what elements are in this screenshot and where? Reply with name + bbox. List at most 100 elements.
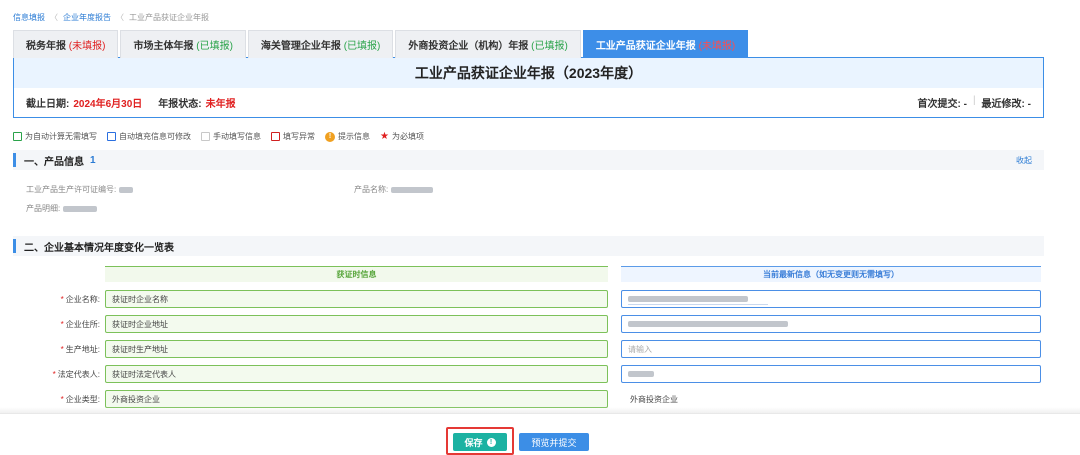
row-label: * 企业名称: (0, 294, 100, 305)
tab-status: (未填报) (698, 41, 736, 52)
tab-label: 市场主体年报 (133, 41, 194, 52)
preview-submit-button[interactable]: 预览并提交 (519, 433, 589, 451)
breadcrumb: 信息填报〈企业年度报告〈工业产品获证企业年报 (13, 12, 209, 23)
row-label: * 法定代表人: (0, 369, 100, 380)
collapse-link[interactable]: 收起 (1016, 155, 1032, 166)
cert-company-type: 外商投资企业 (105, 390, 608, 408)
current-company-name-input[interactable] (621, 290, 1041, 308)
row-legal-representative: * 法定代表人: 获证时法定代表人 (0, 364, 1080, 384)
required-mark: * (60, 295, 64, 304)
required-mark: * (60, 345, 64, 354)
section-annual-change: 二、企业基本情况年度变化一览表 (13, 236, 1044, 256)
tab-status: (已填报) (196, 41, 233, 52)
tab-label: 工业产品获证企业年报 (595, 41, 696, 52)
redacted-value (628, 296, 748, 302)
last-modify: 最近修改: - (981, 99, 1031, 110)
row-company-address: * 企业住所: 获证时企业地址 (0, 314, 1080, 334)
tab-status: (已填报) (531, 41, 568, 52)
row-production-address: * 生产地址: 获证时生产地址 请输入 (0, 339, 1080, 359)
footer-action-bar: 保存! 预览并提交 (0, 413, 1080, 455)
row-label-text: 企业住所: (65, 320, 100, 329)
tab-status: (已填报) (343, 41, 381, 52)
breadcrumb-link-info-fill[interactable]: 信息填报 (13, 13, 45, 22)
breadcrumb-link-annual-report[interactable]: 企业年度报告 (63, 13, 111, 22)
save-button-label: 保存 (464, 437, 483, 448)
legend-auto-calc: 为自动计算无需填写 (13, 131, 97, 142)
legend-text: 自动填充信息可修改 (119, 132, 191, 141)
redacted-value (628, 371, 654, 377)
column-header-cert-info: 获证时信息 (105, 266, 608, 282)
row-label-text: 企业名称: (65, 295, 100, 304)
report-info-bar: 截止日期: 2024年6月30日 年报状态: 未年报 首次提交: - | 最近修… (13, 88, 1044, 118)
legend: 为自动计算无需填写 自动填充信息可修改 手动填写信息 填写异常 ! 提示信息 ★ 为… (13, 131, 434, 142)
legend-auto-fill: 自动填充信息可修改 (107, 131, 191, 142)
section-bar (13, 239, 16, 253)
current-company-type: 外商投资企业 (630, 395, 678, 404)
tab-market-entity-report[interactable]: 市场主体年报 (已填报) (120, 30, 246, 58)
row-label-text: 生产地址: (65, 345, 100, 354)
breadcrumb-separator: 〈 (116, 13, 124, 22)
section-product-info: 一、产品信息 1 收起 (13, 150, 1044, 170)
row-company-name: * 企业名称: 获证时企业名称 (0, 289, 1080, 309)
red-box-icon (271, 132, 280, 141)
field-label: 产品名称: (354, 185, 389, 194)
current-production-address-input[interactable]: 请输入 (621, 340, 1041, 358)
legend-text: 为自动计算无需填写 (25, 132, 97, 141)
deadline-label: 截止日期: (26, 99, 70, 110)
redacted-value (628, 321, 788, 327)
column-header-current-info: 当前最新信息（如无变更则无需填写） (621, 266, 1041, 282)
required-mark: * (52, 370, 56, 379)
legend-text: 填写异常 (283, 132, 315, 141)
report-title: 工业产品获证企业年报（2023年度） (13, 58, 1044, 88)
legend-text: 手动填写信息 (213, 132, 261, 141)
redacted-value (391, 186, 434, 193)
required-mark: * (60, 320, 64, 329)
legend-required: ★ 为必填项 (380, 131, 424, 142)
row-company-type: * 企业类型: 外商投资企业 外商投资企业 (0, 389, 1080, 409)
tab-tax-report[interactable]: 税务年报 (未填报) (13, 30, 119, 58)
gray-box-icon (201, 132, 210, 141)
legend-text: 为必填项 (391, 132, 424, 141)
save-button[interactable]: 保存! (453, 433, 507, 451)
cert-company-address: 获证时企业地址 (105, 315, 608, 333)
section-count: 1 (90, 154, 96, 166)
product-name-field: 产品名称: (354, 184, 434, 195)
tab-label: 海关管理企业年报 (260, 41, 341, 52)
report-status-value: 未年报 (205, 99, 236, 110)
field-label: 产品明细: (26, 204, 61, 213)
field-label: 工业产品生产许可证编号: (26, 185, 117, 194)
legend-error: 填写异常 (271, 131, 315, 142)
tab-status: (未填报) (68, 41, 106, 52)
tab-foreign-investment-report[interactable]: 外商投资企业（机构）年报 (已填报) (395, 30, 581, 58)
required-mark: * (60, 395, 64, 404)
star-icon: ★ (380, 131, 389, 142)
deadline-value: 2024年6月30日 (73, 99, 143, 110)
section-title: 一、产品信息 (24, 156, 84, 168)
row-label-text: 法定代表人: (57, 370, 100, 379)
license-number-field: 工业产品生产许可证编号: (26, 184, 134, 195)
current-company-address-input[interactable] (621, 315, 1041, 333)
tab-industrial-product-report[interactable]: 工业产品获证企业年报 (未填报) (582, 30, 749, 58)
cert-company-name: 获证时企业名称 (105, 290, 608, 308)
breadcrumb-separator: 〈 (50, 13, 58, 22)
tab-label: 外商投资企业（机构）年报 (408, 41, 529, 52)
redacted-value (63, 205, 98, 212)
info-icon: ! (486, 437, 496, 447)
current-legal-representative-input[interactable] (621, 365, 1041, 383)
row-label: * 企业住所: (0, 319, 100, 330)
row-label-text: 企业类型: (65, 395, 100, 404)
section-bar (13, 153, 16, 167)
green-box-icon (13, 132, 22, 141)
row-label: * 企业类型: (0, 394, 100, 405)
breadcrumb-current: 工业产品获证企业年报 (129, 13, 209, 22)
section-title: 二、企业基本情况年度变化一览表 (24, 242, 174, 254)
row-label: * 生产地址: (0, 344, 100, 355)
tab-label: 税务年报 (26, 41, 66, 52)
underline (628, 304, 768, 305)
legend-hint: ! 提示信息 (325, 131, 370, 142)
tab-customs-report[interactable]: 海关管理企业年报 (已填报) (247, 30, 394, 58)
report-status-label: 年报状态: (158, 99, 202, 110)
divider: | (972, 95, 976, 106)
cert-production-address: 获证时生产地址 (105, 340, 608, 358)
cert-legal-representative: 获证时法定代表人 (105, 365, 608, 383)
